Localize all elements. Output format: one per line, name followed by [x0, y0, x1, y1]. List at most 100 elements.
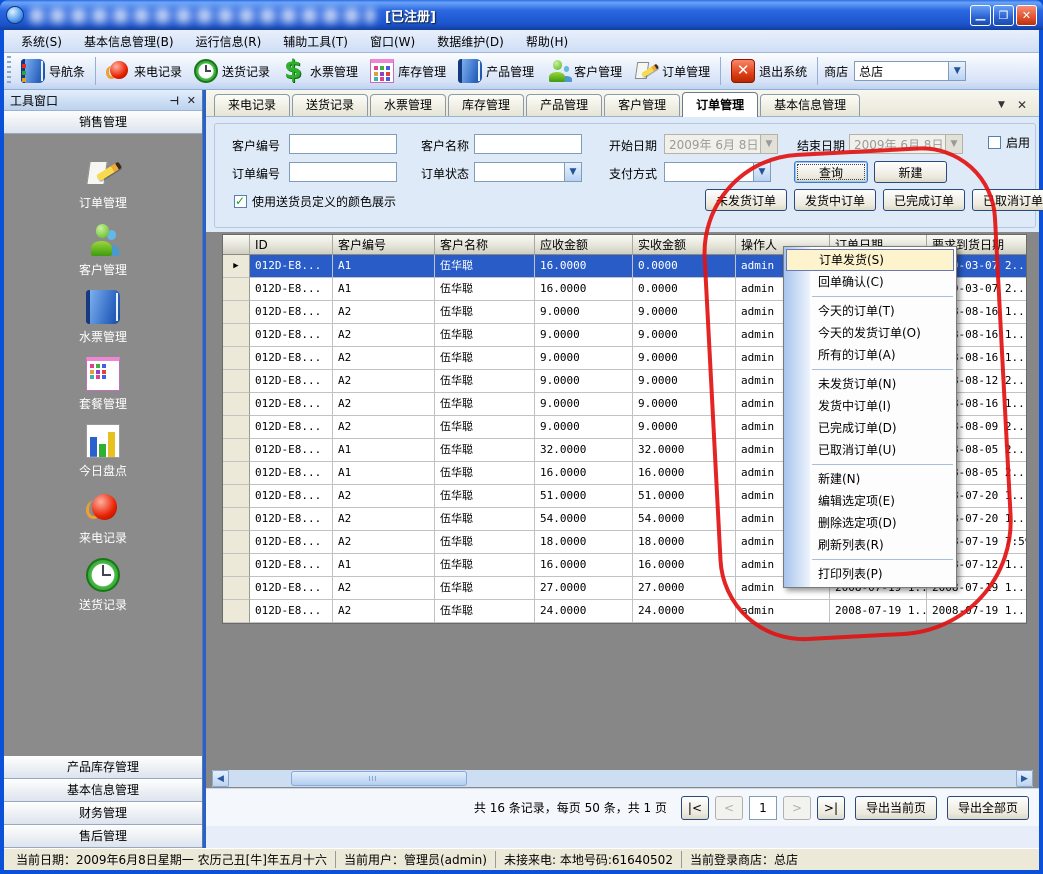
end-date-picker[interactable]: 2009年 6月 8日 ▼: [849, 134, 963, 154]
row-selector-cell[interactable]: [223, 554, 250, 577]
scrollbar-thumb[interactable]: [291, 771, 467, 786]
toolbar-button[interactable]: 水票管理: [276, 57, 364, 85]
maximize-button[interactable]: ❐: [993, 5, 1014, 26]
sidebar-item[interactable]: 今日盘点: [79, 424, 127, 479]
customer-name-input[interactable]: [474, 134, 582, 154]
sidebar-section-button[interactable]: 基本信息管理: [4, 779, 202, 802]
menubar-item[interactable]: 基本信息管理(B): [73, 30, 185, 53]
close-button[interactable]: ✕: [1016, 5, 1037, 26]
sidebar-section-sales[interactable]: 销售管理: [4, 111, 202, 134]
new-button[interactable]: 新建: [874, 161, 947, 183]
chevron-down-icon[interactable]: ▼: [948, 62, 965, 80]
context-menu-item[interactable]: 回单确认(C): [784, 271, 956, 293]
context-menu-item[interactable]: 新建(N): [784, 468, 956, 490]
first-page-button[interactable]: |<: [681, 796, 709, 820]
row-selector-cell[interactable]: [223, 485, 250, 508]
toolbar-button[interactable]: 库存管理: [364, 57, 452, 85]
tab-close-icon[interactable]: ✕: [1017, 98, 1027, 112]
menubar-item[interactable]: 数据维护(D): [426, 30, 515, 53]
row-selector-cell[interactable]: [223, 600, 250, 623]
pay-method-combobox[interactable]: ▼: [664, 162, 771, 182]
enable-checkbox[interactable]: [988, 136, 1001, 149]
toolbar-button[interactable]: 导航条: [15, 57, 91, 85]
context-menu-item[interactable]: 发货中订单(I): [784, 395, 956, 417]
sidebar-item[interactable]: 客户管理: [79, 223, 127, 278]
menubar-item[interactable]: 帮助(H): [515, 30, 579, 53]
tab[interactable]: 订单管理: [682, 92, 758, 117]
row-selector-cell[interactable]: [223, 416, 250, 439]
menubar-item[interactable]: 辅助工具(T): [272, 30, 359, 53]
context-menu-item[interactable]: 已取消订单(U): [784, 439, 956, 461]
tab-list-dropdown-icon[interactable]: ▼: [998, 100, 1005, 110]
row-selector-cell[interactable]: [223, 347, 250, 370]
tab[interactable]: 送货记录: [292, 94, 368, 116]
sidebar-item[interactable]: 套餐管理: [79, 357, 127, 412]
order-status-quick-button[interactable]: 发货中订单: [794, 189, 876, 211]
toolbar-button[interactable]: 来电记录: [100, 57, 188, 85]
tab[interactable]: 来电记录: [214, 94, 290, 116]
start-date-picker[interactable]: 2009年 6月 8日 ▼: [664, 134, 778, 154]
sidebar-close-icon[interactable]: ✕: [187, 94, 196, 107]
query-button[interactable]: 查询: [794, 161, 868, 183]
scrollbar-track[interactable]: [229, 770, 1016, 787]
context-menu-item[interactable]: 删除选定项(D): [784, 512, 956, 534]
row-selector-cell[interactable]: [223, 462, 250, 485]
row-selector-cell[interactable]: [223, 508, 250, 531]
row-selector-cell[interactable]: [223, 324, 250, 347]
column-header[interactable]: 客户名称: [435, 235, 535, 255]
context-menu-item[interactable]: [784, 556, 956, 563]
column-header[interactable]: ID: [250, 235, 333, 255]
last-page-button[interactable]: >|: [817, 796, 845, 820]
toolbar-grip[interactable]: [7, 56, 11, 86]
context-menu-item[interactable]: [784, 293, 956, 300]
toolbar-button[interactable]: 送货记录: [188, 57, 276, 85]
context-menu-item[interactable]: 未发货订单(N): [784, 373, 956, 395]
prev-page-button[interactable]: <: [715, 796, 743, 820]
order-status-quick-button[interactable]: 已取消订单: [972, 189, 1043, 211]
scroll-right-arrow-icon[interactable]: ▶: [1016, 770, 1033, 787]
context-menu-item[interactable]: 已完成订单(D): [784, 417, 956, 439]
export-all-pages-button[interactable]: 导出全部页: [947, 796, 1029, 820]
order-status-quick-button[interactable]: 已完成订单: [883, 189, 965, 211]
menubar-item[interactable]: 运行信息(R): [185, 30, 273, 53]
sidebar-item[interactable]: 来电记录: [79, 491, 127, 546]
sidebar-section-button[interactable]: 产品库存管理: [4, 756, 202, 779]
sidebar-item[interactable]: 送货记录: [79, 558, 127, 613]
row-selector-cell[interactable]: [223, 439, 250, 462]
menubar-item[interactable]: 系统(S): [10, 30, 73, 53]
context-menu-item[interactable]: 所有的订单(A): [784, 344, 956, 366]
row-selector-cell[interactable]: [223, 577, 250, 600]
tab[interactable]: 基本信息管理: [760, 94, 860, 116]
context-menu-item[interactable]: 编辑选定项(E): [784, 490, 956, 512]
chevron-down-icon[interactable]: ▼: [564, 163, 581, 181]
row-selector-cell[interactable]: [223, 393, 250, 416]
tab[interactable]: 产品管理: [526, 94, 602, 116]
table-row[interactable]: 012D-E8... A2 伍华聪 24.0000 24.0000 admin …: [223, 600, 1026, 623]
horizontal-scrollbar[interactable]: ◀ ▶: [212, 770, 1033, 787]
chevron-down-icon[interactable]: ▼: [753, 163, 770, 181]
color-display-checkbox[interactable]: [234, 195, 247, 208]
toolbar-button[interactable]: [95, 57, 96, 85]
toolbar-button[interactable]: [817, 57, 818, 85]
next-page-button[interactable]: >: [783, 796, 811, 820]
pin-icon[interactable]: ⊤: [167, 95, 180, 105]
order-status-combobox[interactable]: ▼: [474, 162, 582, 182]
context-menu-item[interactable]: 打印列表(P): [784, 563, 956, 585]
toolbar-button[interactable]: 客户管理: [540, 57, 628, 85]
sidebar-section-button[interactable]: 售后管理: [4, 825, 202, 848]
tab[interactable]: 水票管理: [370, 94, 446, 116]
export-current-page-button[interactable]: 导出当前页: [855, 796, 937, 820]
context-menu-item[interactable]: [784, 461, 956, 468]
column-header[interactable]: 实收金额: [633, 235, 736, 255]
sidebar-section-button[interactable]: 财务管理: [4, 802, 202, 825]
minimize-button[interactable]: —: [970, 5, 991, 26]
menubar-item[interactable]: 窗口(W): [359, 30, 426, 53]
column-header[interactable]: 应收金额: [535, 235, 633, 255]
toolbar-button[interactable]: 产品管理: [452, 57, 540, 85]
page-number-input[interactable]: [749, 796, 777, 820]
scroll-left-arrow-icon[interactable]: ◀: [212, 770, 229, 787]
row-selector-cell[interactable]: [223, 278, 250, 301]
tab[interactable]: 客户管理: [604, 94, 680, 116]
toolbar-button[interactable]: 订单管理: [628, 57, 716, 85]
customer-code-input[interactable]: [289, 134, 397, 154]
